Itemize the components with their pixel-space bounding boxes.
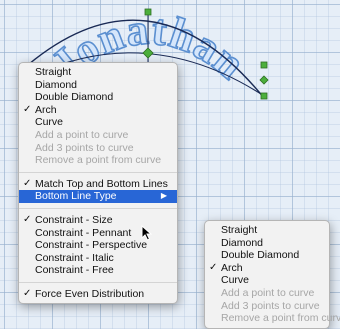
menu-item-label: Remove a point from curve [35, 154, 162, 167]
menu-item-constraint-free[interactable]: Constraint - Free [19, 264, 177, 277]
menu-item-force-even-distribution[interactable]: ✓ Force Even Distribution [19, 288, 177, 301]
submenu-item-double-diamond[interactable]: Double Diamond [205, 249, 329, 262]
check-icon: ✓ [209, 261, 218, 273]
menu-item-add-a-point-to-curve: Add a point to curve [19, 129, 177, 142]
menu-item-label: Constraint - Size [35, 213, 113, 226]
menu-item-label: Add a point to curve [35, 128, 129, 141]
submenu-item-arch[interactable]: ✓ Arch [205, 262, 329, 275]
menu-item-label: Add a point to curve [221, 286, 315, 299]
menu-item-double-diamond[interactable]: Double Diamond [19, 91, 177, 104]
check-icon: ✓ [23, 287, 32, 299]
menu-item-arch[interactable]: ✓ Arch [19, 104, 177, 117]
right-upper-handle[interactable] [260, 61, 268, 69]
menu-item-constraint-pennant[interactable]: Constraint - Pennant [19, 227, 177, 240]
mouse-pointer-icon [141, 225, 153, 241]
menu-item-label: Curve [221, 274, 250, 287]
menu-item-label: Force Even Distribution [35, 287, 145, 300]
menu-item-label: Diamond [35, 78, 78, 91]
menu-item-label: Arch [35, 103, 57, 116]
menu-item-diamond[interactable]: Diamond [19, 79, 177, 92]
menu-item-label: Curve [35, 116, 64, 129]
menu-item-label: Arch [221, 261, 243, 274]
submenu-item-diamond[interactable]: Diamond [205, 237, 329, 250]
top-center-handle[interactable] [144, 8, 152, 16]
menu-item-label: Double Diamond [221, 249, 300, 262]
menu-item-label: Double Diamond [35, 91, 114, 104]
submenu-item-remove-a-point-from-curve: Remove a point from curve [205, 312, 340, 325]
menu-item-curve[interactable]: Curve [19, 116, 177, 129]
menu-separator [19, 171, 177, 173]
context-menu: Straight Diamond Double Diamond ✓ Arch Curve A… [18, 62, 178, 304]
menu-item-label: Remove a point from curve [221, 312, 340, 325]
menu-separator [19, 207, 177, 209]
menu-item-straight[interactable]: Straight [19, 66, 177, 79]
menu-separator [19, 281, 177, 283]
menu-item-match-top-bottom-lines[interactable]: ✓ Match Top and Bottom Lines [19, 178, 177, 191]
check-icon: ✓ [23, 177, 32, 189]
menu-item-label: Bottom Line Type [35, 190, 117, 203]
menu-item-label: Constraint - Perspective [35, 239, 148, 252]
bottom-line-type-submenu: Straight Diamond Double Diamond ✓ Arch Curve A… [204, 220, 340, 329]
menu-item-label: Add 3 points to curve [35, 141, 134, 154]
menu-item-remove-a-point-from-curve: Remove a point from curve [19, 154, 177, 167]
menu-item-add-3-points-to-curve: Add 3 points to curve [19, 142, 177, 155]
check-icon: ✓ [23, 103, 32, 115]
submenu-item-straight[interactable]: Straight [205, 224, 329, 237]
check-icon: ✓ [23, 213, 32, 225]
right-mid-handle[interactable] [259, 75, 269, 85]
submenu-arrow-icon: ▶ [160, 191, 167, 201]
menu-item-label: Constraint - Pennant [35, 226, 132, 239]
menu-item-constraint-italic[interactable]: Constraint - Italic [19, 252, 177, 265]
menu-item-label: Constraint - Free [35, 264, 114, 277]
right-lower-handle[interactable] [260, 92, 268, 100]
menu-item-label: Add 3 points to curve [221, 299, 320, 312]
menu-item-constraint-perspective[interactable]: Constraint - Perspective [19, 239, 177, 252]
menu-item-bottom-line-type[interactable]: Bottom Line Type ▶ [19, 190, 177, 203]
submenu-item-add-3-points-to-curve: Add 3 points to curve [205, 300, 329, 313]
menu-item-label: Match Top and Bottom Lines [35, 177, 168, 190]
submenu-item-curve[interactable]: Curve [205, 274, 329, 287]
submenu-item-add-a-point-to-curve: Add a point to curve [205, 287, 329, 300]
menu-item-label: Straight [35, 66, 72, 78]
line-type-group: Straight Diamond Double Diamond ✓ Arch Curve A… [19, 66, 177, 167]
menu-item-constraint-size[interactable]: ✓ Constraint - Size [19, 214, 177, 227]
menu-item-label: Diamond [221, 236, 264, 249]
submenu-line-type-group: Straight Diamond Double Diamond ✓ Arch Curve A… [205, 224, 340, 325]
menu-item-label: Constraint - Italic [35, 251, 114, 264]
menu-item-label: Straight [221, 224, 258, 236]
constraint-group: ✓ Constraint - Size Constraint - Pennant Co… [19, 214, 177, 277]
